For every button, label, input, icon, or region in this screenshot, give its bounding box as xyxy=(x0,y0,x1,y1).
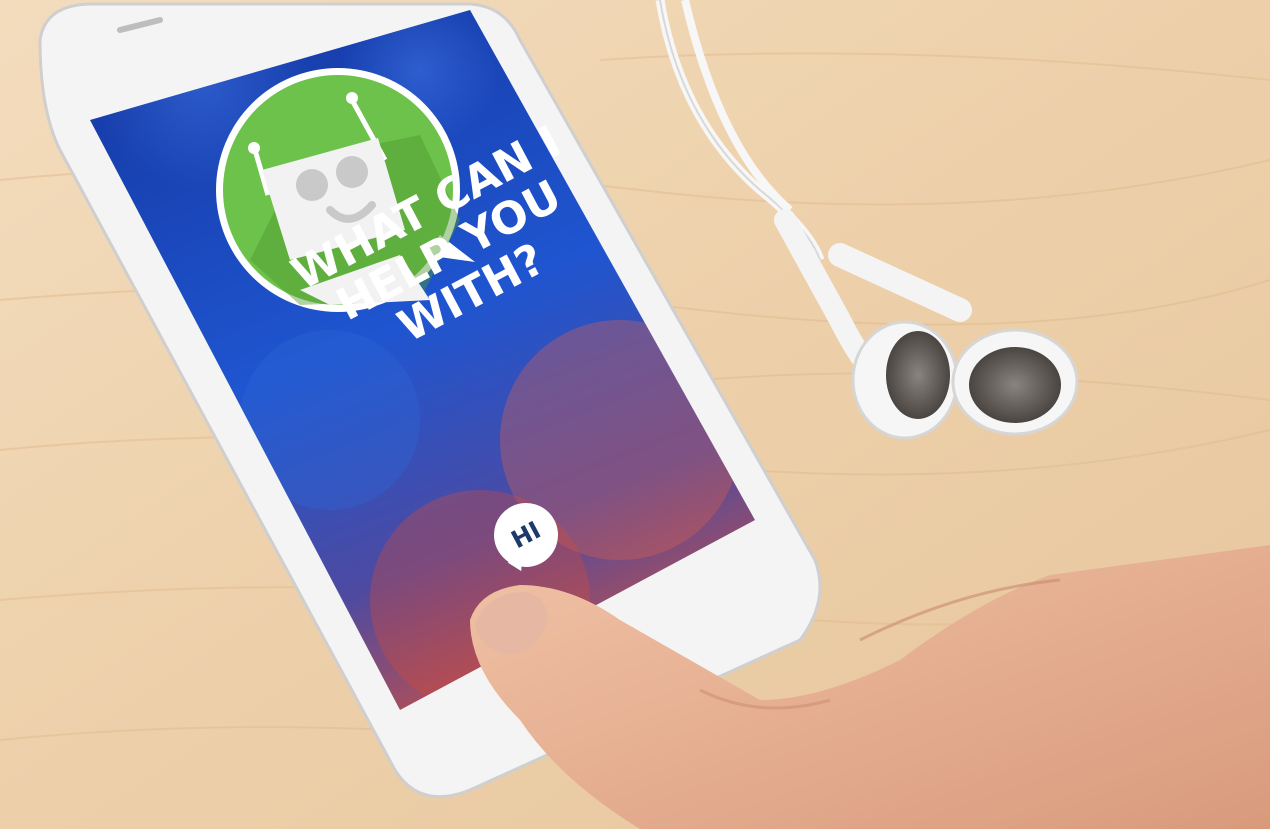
hi-label: HI xyxy=(506,515,546,555)
photo-frame: WHAT CAN I HELP YOU WITH? HI xyxy=(0,0,1270,829)
scene xyxy=(0,0,1270,829)
